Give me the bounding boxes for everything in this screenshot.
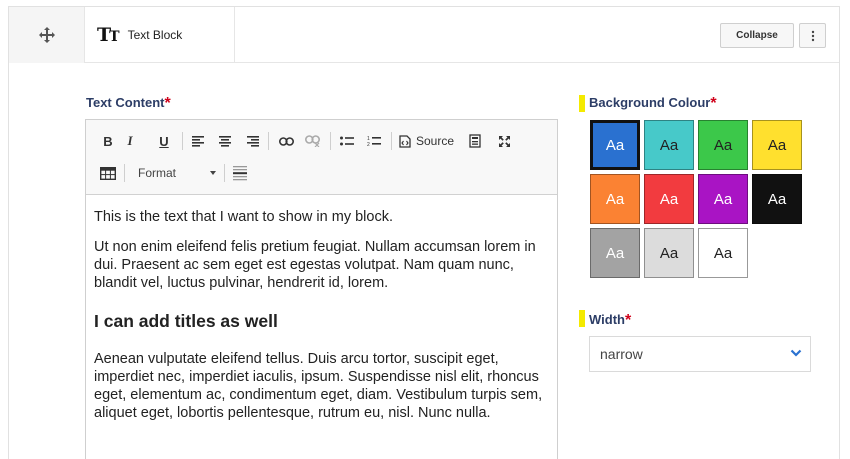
move-arrows-icon — [38, 27, 55, 43]
block-type: TT Text Block — [85, 7, 235, 63]
paragraph: Ut non enim eleifend felis pretium feugi… — [94, 239, 536, 291]
width-select[interactable]: narrow — [589, 336, 811, 372]
editor-content[interactable]: This is the text that I want to show in … — [94, 208, 552, 434]
toolbar-separator — [268, 132, 269, 150]
toolbar-separator — [224, 164, 225, 182]
maximize-button[interactable] — [495, 130, 513, 152]
numbered-list-icon: 12 — [367, 136, 381, 147]
unlink-icon — [305, 135, 320, 147]
underline-button[interactable]: U — [156, 130, 172, 152]
colour-swatch[interactable]: Aa — [590, 174, 640, 224]
link-button[interactable] — [276, 130, 296, 152]
unlink-button[interactable] — [303, 130, 323, 152]
colour-swatch[interactable]: Aa — [644, 174, 694, 224]
required-mark: * — [164, 95, 171, 112]
colour-swatch[interactable]: Aa — [644, 228, 694, 278]
required-mark: * — [624, 312, 632, 329]
colour-swatch[interactable]: Aa — [590, 120, 640, 170]
text-block-card: TT Text Block Collapse Text Content* B I… — [8, 6, 840, 459]
show-blocks-icon — [469, 134, 481, 148]
italic-button[interactable]: I — [122, 130, 138, 152]
align-right-icon — [247, 135, 259, 147]
align-left-button[interactable] — [189, 130, 207, 152]
toolbar-separator — [124, 164, 125, 182]
toolbar-separator — [182, 132, 183, 150]
width-value: narrow — [600, 346, 643, 362]
paragraph: This is the text that I want to show in … — [94, 209, 393, 225]
more-options-button[interactable] — [799, 23, 826, 48]
caret-down-icon — [210, 171, 216, 175]
horizontal-rule-icon — [233, 166, 247, 181]
text-size-icon: TT — [97, 24, 120, 46]
colour-swatch[interactable]: Aa — [698, 228, 748, 278]
colour-swatch[interactable]: Aa — [590, 228, 640, 278]
colour-swatch[interactable]: Aa — [752, 120, 802, 170]
source-label: Source — [416, 134, 455, 148]
drag-handle[interactable] — [9, 7, 85, 63]
source-icon — [399, 134, 411, 148]
align-center-button[interactable] — [216, 130, 234, 152]
colour-swatch[interactable]: Aa — [644, 120, 694, 170]
colour-swatch[interactable]: Aa — [698, 120, 748, 170]
source-button[interactable]: Source — [399, 130, 459, 152]
vertical-ellipsis-icon — [811, 30, 814, 41]
colour-swatch[interactable]: Aa — [752, 174, 802, 224]
text-content-label: Text Content* — [86, 95, 171, 112]
bold-button[interactable]: B — [100, 130, 116, 152]
block-type-label: Text Block — [127, 28, 183, 42]
align-left-icon — [192, 135, 204, 147]
bulleted-list-button[interactable] — [338, 130, 356, 152]
block-header: TT Text Block Collapse — [9, 7, 839, 63]
numbered-list-button[interactable]: 12 — [365, 130, 383, 152]
align-right-button[interactable] — [244, 130, 262, 152]
paragraph: Aenean vulputate eleifend tellus. Duis a… — [94, 351, 543, 421]
format-label: Format — [138, 166, 177, 180]
link-icon — [278, 136, 294, 146]
label-marker — [579, 95, 585, 112]
colour-swatch[interactable]: Aa — [698, 174, 748, 224]
table-button[interactable] — [98, 162, 118, 184]
bulleted-list-icon — [340, 136, 354, 145]
svg-text:2: 2 — [367, 142, 370, 147]
toolbar-separator — [391, 132, 392, 150]
editor-toolbar: B I U 12 Source Format — [86, 120, 557, 195]
label-marker — [579, 310, 585, 327]
content-heading: I can add titles as well — [94, 311, 278, 331]
show-blocks-button[interactable] — [466, 130, 484, 152]
background-colour-label: Background Colour* — [589, 95, 717, 112]
maximize-icon — [498, 135, 510, 147]
toolbar-separator — [330, 132, 331, 150]
align-center-icon — [219, 135, 231, 147]
format-dropdown[interactable]: Format — [126, 162, 218, 184]
chevron-down-icon — [790, 349, 802, 357]
rich-text-editor: B I U 12 Source Format This is the text … — [85, 119, 558, 459]
table-icon — [100, 166, 116, 180]
width-label: Width* — [589, 312, 632, 329]
collapse-button[interactable]: Collapse — [720, 23, 794, 48]
horizontal-rule-button[interactable] — [231, 162, 249, 184]
required-mark: * — [710, 95, 717, 112]
